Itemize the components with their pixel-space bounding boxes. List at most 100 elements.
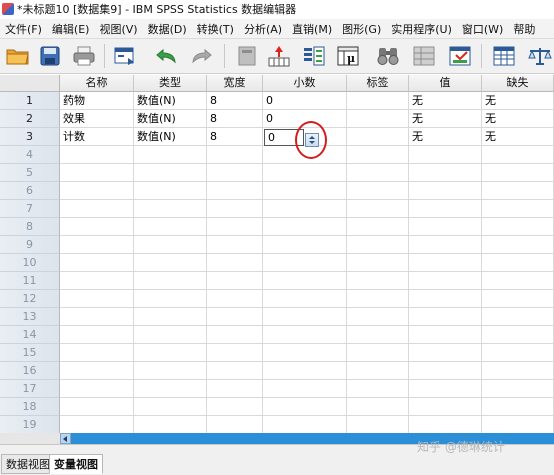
menu-data[interactable]: 数据(D) — [143, 21, 192, 37]
column-header-label[interactable]: 标签 — [347, 75, 409, 92]
empty-cell[interactable] — [263, 290, 347, 308]
row-header[interactable]: 2 — [0, 110, 60, 128]
empty-cell[interactable] — [482, 326, 554, 344]
row-header[interactable]: 15 — [0, 344, 60, 362]
empty-cell[interactable] — [263, 164, 347, 182]
empty-cell[interactable] — [134, 380, 207, 398]
empty-cell[interactable] — [347, 164, 409, 182]
empty-cell[interactable] — [60, 326, 134, 344]
cell-values[interactable]: 无 — [409, 128, 482, 146]
empty-cell[interactable] — [347, 380, 409, 398]
empty-cell[interactable] — [207, 236, 263, 254]
menu-direct-marketing[interactable]: 直销(M) — [287, 21, 337, 37]
empty-cell[interactable] — [347, 218, 409, 236]
empty-cell[interactable] — [60, 218, 134, 236]
cell-width[interactable]: 8 — [207, 128, 263, 146]
empty-cell[interactable] — [482, 290, 554, 308]
empty-cell[interactable] — [60, 182, 134, 200]
empty-cell[interactable] — [207, 416, 263, 434]
empty-cell[interactable] — [482, 182, 554, 200]
menu-help[interactable]: 帮助 — [508, 21, 540, 37]
empty-cell[interactable] — [207, 308, 263, 326]
empty-cell[interactable] — [482, 308, 554, 326]
empty-cell[interactable] — [134, 326, 207, 344]
empty-cell[interactable] — [207, 146, 263, 164]
empty-cell[interactable] — [60, 146, 134, 164]
cell-label[interactable] — [347, 110, 409, 128]
empty-cell[interactable] — [60, 290, 134, 308]
tab-data-view[interactable]: 数据视图 — [1, 454, 55, 474]
cell-values[interactable]: 无 — [409, 92, 482, 110]
empty-cell[interactable] — [482, 218, 554, 236]
empty-cell[interactable] — [60, 236, 134, 254]
empty-cell[interactable] — [347, 182, 409, 200]
empty-cell[interactable] — [134, 218, 207, 236]
empty-cell[interactable] — [263, 218, 347, 236]
empty-cell[interactable] — [347, 326, 409, 344]
empty-cell[interactable] — [60, 416, 134, 434]
empty-cell[interactable] — [347, 308, 409, 326]
cell-width[interactable]: 8 — [207, 110, 263, 128]
empty-cell[interactable] — [482, 236, 554, 254]
empty-cell[interactable] — [60, 344, 134, 362]
empty-cell[interactable] — [60, 380, 134, 398]
column-header-type[interactable]: 类型 — [134, 75, 207, 92]
value-labels-icon[interactable]: μ — [334, 42, 362, 70]
empty-cell[interactable] — [409, 326, 482, 344]
empty-cell[interactable] — [409, 290, 482, 308]
empty-cell[interactable] — [134, 254, 207, 272]
cell-name[interactable]: 计数 — [60, 128, 134, 146]
cell-label[interactable] — [347, 92, 409, 110]
row-header[interactable]: 8 — [0, 218, 60, 236]
cell-type[interactable]: 数值(N) — [134, 110, 207, 128]
empty-cell[interactable] — [347, 146, 409, 164]
empty-cell[interactable] — [207, 380, 263, 398]
row-header[interactable]: 3 — [0, 128, 60, 146]
empty-cell[interactable] — [263, 254, 347, 272]
empty-cell[interactable] — [409, 308, 482, 326]
empty-cell[interactable] — [207, 182, 263, 200]
empty-cell[interactable] — [347, 236, 409, 254]
cell-values[interactable]: 无 — [409, 110, 482, 128]
empty-cell[interactable] — [482, 380, 554, 398]
cell-missing[interactable]: 无 — [482, 128, 554, 146]
cell-label[interactable] — [347, 128, 409, 146]
empty-cell[interactable] — [409, 380, 482, 398]
empty-cell[interactable] — [60, 308, 134, 326]
print-icon[interactable] — [70, 42, 98, 70]
empty-cell[interactable] — [482, 416, 554, 434]
empty-cell[interactable] — [347, 200, 409, 218]
menu-analyze[interactable]: 分析(A) — [239, 21, 287, 37]
empty-cell[interactable] — [347, 290, 409, 308]
weight-cases-icon[interactable] — [526, 42, 554, 70]
row-header[interactable]: 7 — [0, 200, 60, 218]
go-to-case-icon[interactable] — [233, 42, 261, 70]
empty-cell[interactable] — [207, 164, 263, 182]
find-icon[interactable] — [374, 42, 402, 70]
empty-cell[interactable] — [134, 236, 207, 254]
column-header-decimals[interactable]: 小数 — [263, 75, 347, 92]
insert-variable-icon[interactable] — [446, 42, 474, 70]
empty-cell[interactable] — [134, 308, 207, 326]
empty-cell[interactable] — [207, 362, 263, 380]
row-header[interactable]: 1 — [0, 92, 60, 110]
empty-cell[interactable] — [409, 164, 482, 182]
dialog-recall-icon[interactable] — [111, 42, 139, 70]
menu-file[interactable]: 文件(F) — [0, 21, 47, 37]
save-icon[interactable] — [36, 42, 64, 70]
empty-cell[interactable] — [263, 344, 347, 362]
empty-cell[interactable] — [263, 236, 347, 254]
empty-cell[interactable] — [409, 398, 482, 416]
column-header-width[interactable]: 宽度 — [207, 75, 263, 92]
variables-icon[interactable] — [300, 42, 328, 70]
open-folder-icon[interactable] — [4, 42, 32, 70]
empty-cell[interactable] — [482, 398, 554, 416]
empty-cell[interactable] — [134, 182, 207, 200]
insert-cases-icon[interactable] — [410, 42, 438, 70]
column-header-name[interactable]: 名称 — [60, 75, 134, 92]
menu-window[interactable]: 窗口(W) — [457, 21, 508, 37]
cell-type[interactable]: 数值(N) — [134, 128, 207, 146]
row-header[interactable]: 6 — [0, 182, 60, 200]
empty-cell[interactable] — [347, 272, 409, 290]
row-header[interactable]: 13 — [0, 308, 60, 326]
